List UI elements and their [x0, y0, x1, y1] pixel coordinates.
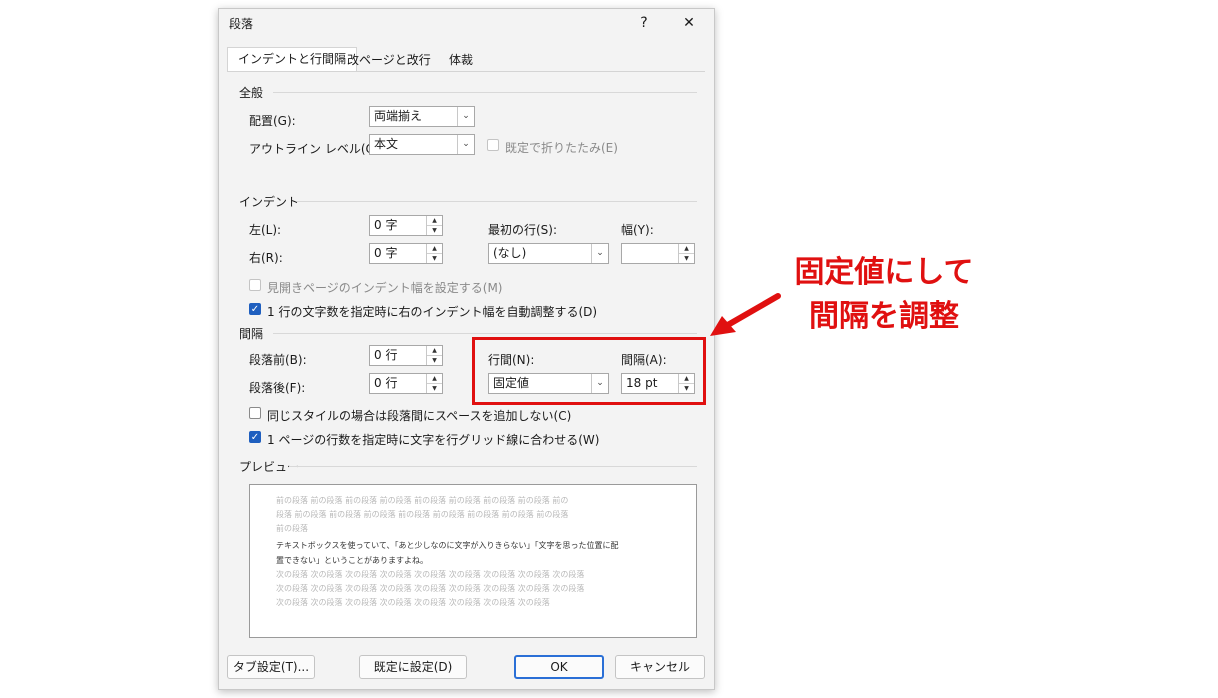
- section-divider: [289, 466, 697, 467]
- preview-next-line: 次の段落 次の段落 次の段落 次の段落 次の段落 次の段落 次の段落 次の段落: [276, 598, 550, 607]
- auto-adjust-label: 1 行の文字数を指定時に右のインデント幅を自動調整する(D): [267, 305, 598, 319]
- snap-to-grid-checkbox[interactable]: ✓: [249, 431, 261, 443]
- first-line-combo[interactable]: (なし) ⌄: [488, 243, 609, 264]
- annotation-line-2: 間隔を調整: [809, 299, 959, 334]
- collapse-label: 既定で折りたたみ(E): [505, 141, 618, 155]
- chevron-down-icon: ⌄: [457, 107, 474, 126]
- space-before-label: 段落前(B):: [249, 353, 307, 367]
- space-before-spinner[interactable]: 0 行 ▲ ▼: [369, 345, 443, 366]
- spin-down-icon[interactable]: ▼: [427, 254, 442, 263]
- indent-width-label: 幅(Y):: [621, 223, 654, 237]
- auto-adjust-checkbox[interactable]: ✓: [249, 303, 261, 315]
- mirror-indent-label: 見開きページのインデント幅を設定する(M): [267, 281, 503, 295]
- indent-left-spinner[interactable]: 0 字 ▲ ▼: [369, 215, 443, 236]
- alignment-combo[interactable]: 両端揃え ⌄: [369, 106, 475, 127]
- close-button[interactable]: ✕: [674, 11, 704, 35]
- outline-level-label: アウトライン レベル(O):: [249, 142, 384, 156]
- chevron-down-icon: ⌄: [457, 135, 474, 154]
- spin-up-icon[interactable]: ▲: [427, 346, 442, 356]
- cancel-button[interactable]: キャンセル: [615, 655, 705, 679]
- section-indent-heading: インデント: [239, 195, 300, 209]
- no-space-same-style-label: 同じスタイルの場合は段落間にスペースを追加しない(C): [267, 409, 572, 423]
- help-button[interactable]: ?: [629, 11, 659, 35]
- spin-down-icon[interactable]: ▼: [427, 356, 442, 365]
- section-divider: [273, 333, 697, 334]
- snap-to-grid-label: 1 ページの行数を指定時に文字を行グリッド線に合わせる(W): [267, 433, 600, 447]
- preview-prev-line: 前の段落 前の段落 前の段落 前の段落 前の段落 前の段落 前の段落 前の段落 …: [276, 496, 569, 505]
- tab-asian-typography[interactable]: 体裁: [439, 49, 483, 71]
- spin-up-icon[interactable]: ▲: [679, 244, 694, 254]
- preview-next-line: 次の段落 次の段落 次の段落 次の段落 次の段落 次の段落 次の段落 次の段落 …: [276, 584, 585, 593]
- spinner-buttons[interactable]: ▲ ▼: [426, 244, 442, 263]
- indent-right-value: 0 字: [374, 246, 398, 260]
- space-after-value: 0 行: [374, 376, 398, 390]
- indent-width-spinner[interactable]: ▲ ▼: [621, 243, 695, 264]
- outline-level-combo[interactable]: 本文 ⌄: [369, 134, 475, 155]
- spin-up-icon[interactable]: ▲: [427, 244, 442, 254]
- preview-next-line: 次の段落 次の段落 次の段落 次の段落 次の段落 次の段落 次の段落 次の段落 …: [276, 570, 585, 579]
- mirror-indent-checkbox[interactable]: [249, 279, 261, 291]
- preview-sample-line: 置できない」ということがありますよね。: [276, 556, 428, 565]
- first-line-label: 最初の行(S):: [488, 223, 558, 237]
- dialog-title: 段落: [229, 17, 254, 31]
- highlight-box: [472, 337, 706, 405]
- alignment-value: 両端揃え: [374, 109, 423, 123]
- spin-down-icon[interactable]: ▼: [427, 226, 442, 235]
- indent-left-label: 左(L):: [249, 223, 282, 237]
- spin-down-icon[interactable]: ▼: [427, 384, 442, 393]
- set-default-button[interactable]: 既定に設定(D): [359, 655, 467, 679]
- collapse-checkbox[interactable]: [487, 139, 499, 151]
- spinner-buttons[interactable]: ▲ ▼: [678, 244, 694, 263]
- spinner-buttons[interactable]: ▲ ▼: [426, 374, 442, 393]
- ok-button[interactable]: OK: [514, 655, 604, 679]
- outline-level-value: 本文: [374, 137, 399, 151]
- spin-down-icon[interactable]: ▼: [679, 254, 694, 263]
- space-before-value: 0 行: [374, 348, 398, 362]
- preview-prev-line: 前の段落: [276, 524, 308, 533]
- first-line-value: (なし): [493, 246, 527, 260]
- no-space-same-style-checkbox[interactable]: [249, 407, 261, 419]
- spin-up-icon[interactable]: ▲: [427, 216, 442, 226]
- indent-right-spinner[interactable]: 0 字 ▲ ▼: [369, 243, 443, 264]
- section-spacing-heading: 間隔: [239, 327, 264, 341]
- annotation-line-1: 固定値にして: [794, 255, 974, 290]
- preview-prev-line: 段落 前の段落 前の段落 前の段落 前の段落 前の段落 前の段落 前の段落 前の…: [276, 510, 569, 519]
- spin-up-icon[interactable]: ▲: [427, 374, 442, 384]
- section-divider: [297, 201, 697, 202]
- spinner-buttons[interactable]: ▲ ▼: [426, 216, 442, 235]
- section-divider: [273, 92, 697, 93]
- preview-pane: 前の段落 前の段落 前の段落 前の段落 前の段落 前の段落 前の段落 前の段落 …: [249, 484, 697, 638]
- alignment-label: 配置(G):: [249, 114, 296, 128]
- spinner-buttons[interactable]: ▲ ▼: [426, 346, 442, 365]
- space-after-spinner[interactable]: 0 行 ▲ ▼: [369, 373, 443, 394]
- space-after-label: 段落後(F):: [249, 381, 306, 395]
- section-general-heading: 全般: [239, 86, 264, 100]
- preview-sample-line: テキストボックスを使っていて、「あと少しなのに文字が入りきらない」「文字を思った…: [276, 541, 619, 550]
- tabs-button[interactable]: タブ設定(T)...: [227, 655, 315, 679]
- tab-page-breaks[interactable]: 改ページと改行: [337, 49, 441, 71]
- indent-right-label: 右(R):: [249, 251, 283, 265]
- indent-left-value: 0 字: [374, 218, 398, 232]
- chevron-down-icon: ⌄: [591, 244, 608, 263]
